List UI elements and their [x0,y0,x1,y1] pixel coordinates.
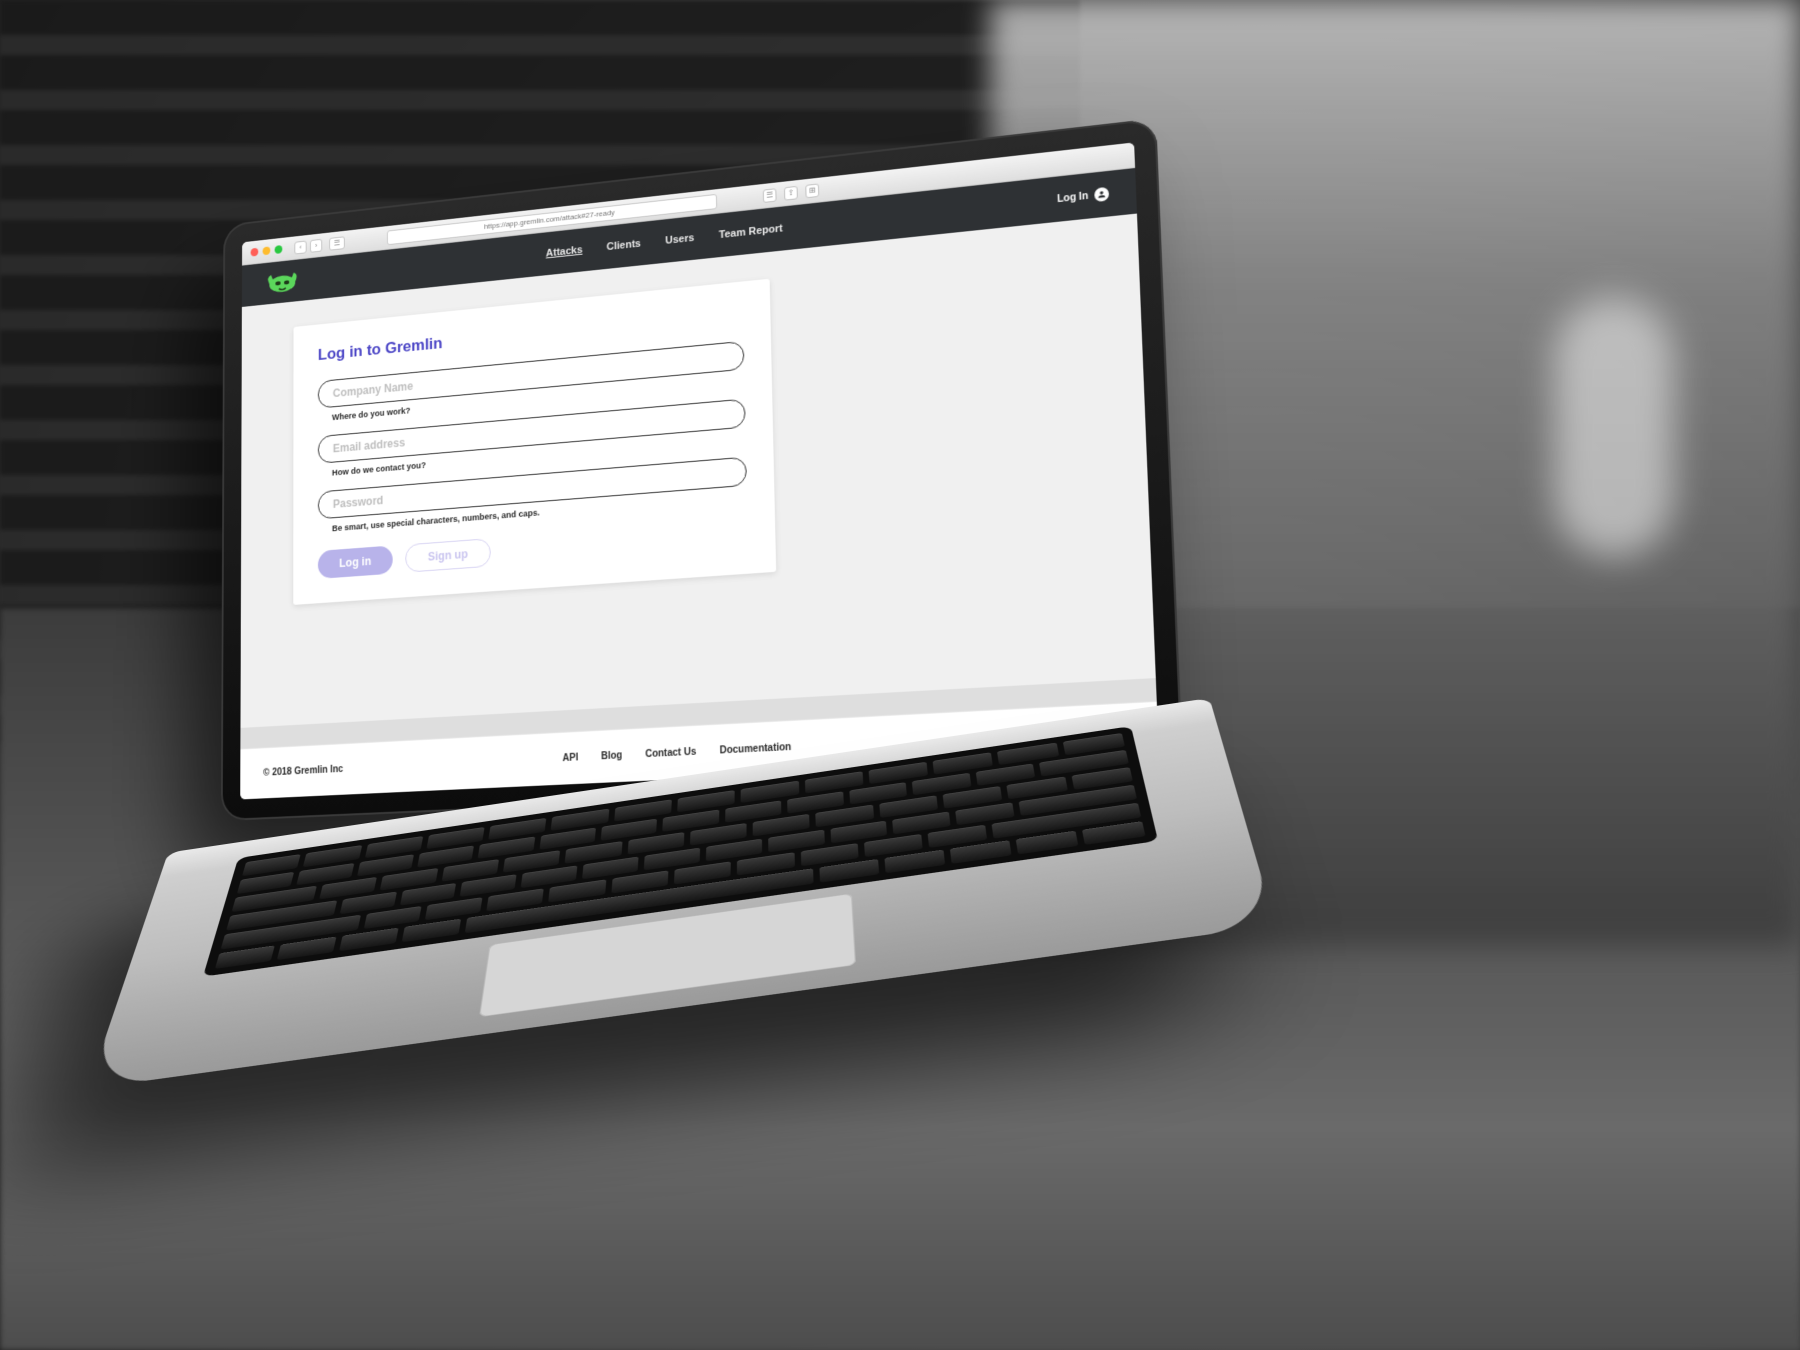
nav-clients[interactable]: Clients [607,238,641,253]
traffic-lights [251,245,283,257]
maximize-window-icon[interactable] [275,245,283,254]
login-card: Log in to Gremlin Where do you work? How… [293,279,776,605]
footer-link-contact[interactable]: Contact Us [645,747,696,760]
gremlin-logo-icon[interactable] [264,268,300,295]
background-figure [1554,297,1674,557]
footer-link-api[interactable]: API [562,753,578,765]
laptop-lid: ‹ › ☰ https://app.gremlin.com/attack#27-… [221,118,1184,821]
minimize-window-icon[interactable] [263,246,271,255]
tabs-icon[interactable]: ⊞ [805,183,819,198]
footer-copyright: © 2018 Gremlin Inc [263,764,343,778]
footer-link-docs[interactable]: Documentation [720,742,792,756]
user-icon [1094,187,1109,202]
forward-button[interactable]: › [310,238,322,252]
nav-attacks[interactable]: Attacks [546,244,583,259]
close-window-icon[interactable] [251,248,259,257]
browser-nav-buttons: ‹ › [294,238,322,254]
footer-link-blog[interactable]: Blog [601,750,622,762]
laptop-mockup: ‹ › ☰ https://app.gremlin.com/attack#27-… [170,140,1338,1220]
login-menu-label: Log In [1057,190,1088,204]
back-button[interactable]: ‹ [294,240,306,254]
nav-users[interactable]: Users [665,232,694,246]
screen: ‹ › ☰ https://app.gremlin.com/attack#27-… [240,142,1159,799]
nav-team-report[interactable]: Team Report [719,223,783,241]
sidebar-toggle-icon[interactable]: ☰ [329,236,345,250]
login-button[interactable]: Log in [318,545,393,579]
login-menu[interactable]: Log In [1057,187,1109,206]
reader-icon[interactable]: ☰ [763,188,777,203]
signup-button[interactable]: Sign up [405,538,491,573]
share-icon[interactable]: ⇪ [784,185,798,200]
